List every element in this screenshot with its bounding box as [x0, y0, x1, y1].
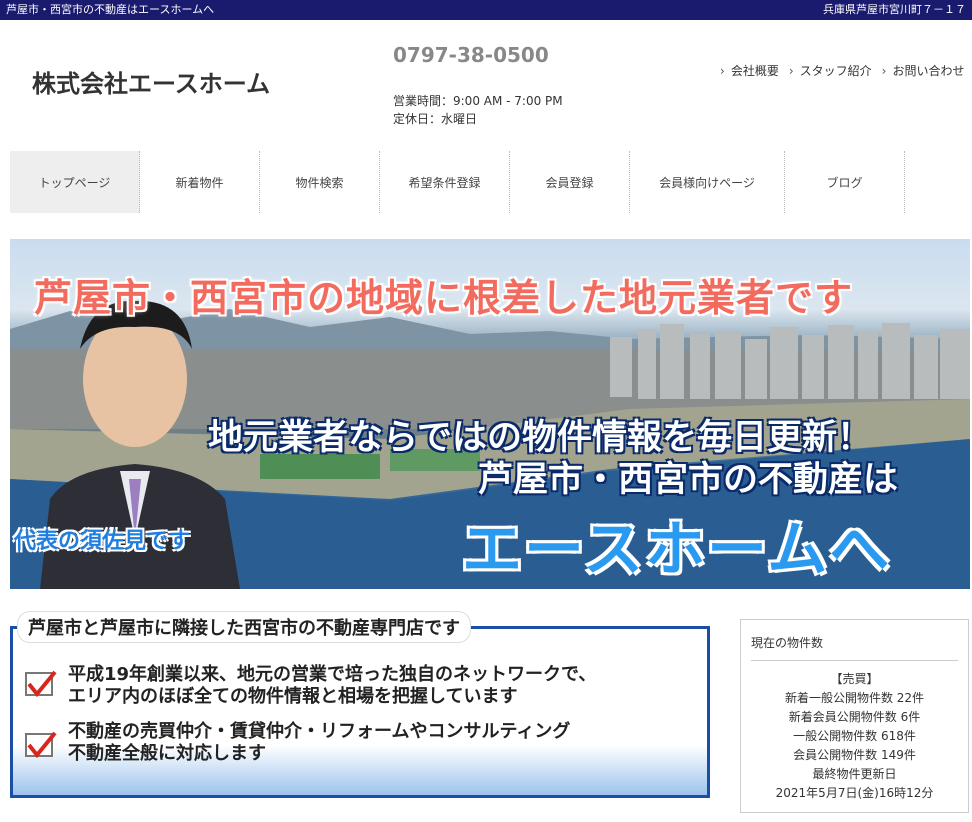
property-stats: 現在の物件数 【売買】 新着一般公開物件数 22件 新着会員公開物件数 6件 一…: [740, 619, 969, 813]
bullet-1-line-1: 平成19年創業以来、地元の営業で培った独自のネットワークで、: [68, 664, 597, 685]
hero-brand: エースホームへ: [462, 515, 892, 585]
link-staff[interactable]: スタッフ紹介: [789, 62, 872, 79]
address: 兵庫県芦屋市宮川町７－１７: [823, 3, 966, 16]
stats-divider: [751, 660, 958, 661]
nav-register[interactable]: 会員登録: [510, 151, 630, 213]
bullet-2: 不動産の売買仲介・賃貸仲介・リフォームやコンサルティング 不動産全般に対応します: [68, 721, 570, 765]
info-title: 芦屋市と芦屋市に隣接した西宮市の不動産専門店です: [18, 612, 470, 642]
main-nav: トップページ 新着物件 物件検索 希望条件登録 会員登録 会員様向けページ ブロ…: [10, 151, 905, 213]
bullet-2-line-1: 不動産の売買仲介・賃貸仲介・リフォームやコンサルティング: [68, 721, 571, 742]
check-icon: [25, 731, 57, 759]
stats-new-public: 新着一般公開物件数 22件: [784, 691, 925, 705]
header-links: 会社概要 スタッフ紹介 お問い合わせ: [720, 62, 965, 79]
stats-new-member: 新着会員公開物件数 6件: [788, 710, 921, 724]
nav-preferences[interactable]: 希望条件登録: [380, 151, 510, 213]
stats-public: 一般公開物件数 618件: [793, 729, 916, 743]
stats-member: 会員公開物件数 149件: [793, 748, 916, 762]
site-tagline: 芦屋市・西宮市の不動産はエースホームへ: [6, 3, 215, 16]
bullet-2-line-2: 不動産全般に対応します: [68, 743, 266, 764]
link-company-profile[interactable]: 会社概要: [720, 62, 779, 79]
stats-lines: 【売買】 新着一般公開物件数 22件 新着会員公開物件数 6件 一般公開物件数 …: [741, 670, 968, 803]
bullet-1-line-2: エリア内のほぼ全ての物件情報と相場を把握しています: [68, 686, 518, 707]
nav-top[interactable]: トップページ: [10, 151, 140, 213]
stats-updated: 2021年5月7日(金)16時12分: [775, 786, 934, 800]
link-contact[interactable]: お問い合わせ: [882, 62, 964, 79]
nav-members[interactable]: 会員様向けページ: [630, 151, 785, 213]
hero-line-3: 芦屋市・西宮市の不動産は: [478, 460, 899, 500]
hours-text: 営業時間：9:00 AM - 7:00 PM: [393, 94, 563, 108]
stats-updated-label: 最終物件更新日: [812, 767, 897, 781]
company-logo[interactable]: 株式会社エースホーム: [32, 64, 270, 99]
business-hours: 営業時間：9:00 AM - 7:00 PM 定休日：水曜日: [393, 92, 563, 128]
stats-heading: 現在の物件数: [751, 636, 824, 650]
info-box: [10, 626, 710, 798]
nav-blog[interactable]: ブログ: [785, 151, 905, 213]
top-bar: 芦屋市・西宮市の不動産はエースホームへ 兵庫県芦屋市宮川町７－１７: [0, 0, 972, 20]
bullet-1: 平成19年創業以来、地元の営業で培った独自のネットワークで、 エリア内のほぼ全て…: [68, 664, 596, 708]
nav-search[interactable]: 物件検索: [260, 151, 380, 213]
hero-banner: 芦屋市・西宮市の地域に根差した地元業者です 地元業者ならではの物件情報を毎日更新…: [10, 239, 970, 589]
closed-day: 定休日：水曜日: [393, 112, 478, 126]
hero-caption: 代表の須佐見です: [14, 529, 191, 554]
hero-headline: 芦屋市・西宮市の地域に根差した地元業者です: [34, 276, 854, 320]
nav-new-listings[interactable]: 新着物件: [140, 151, 260, 213]
stats-section: 【売買】: [830, 672, 879, 686]
phone-number: 0797-38-0500: [393, 43, 549, 67]
check-icon: [25, 670, 57, 698]
